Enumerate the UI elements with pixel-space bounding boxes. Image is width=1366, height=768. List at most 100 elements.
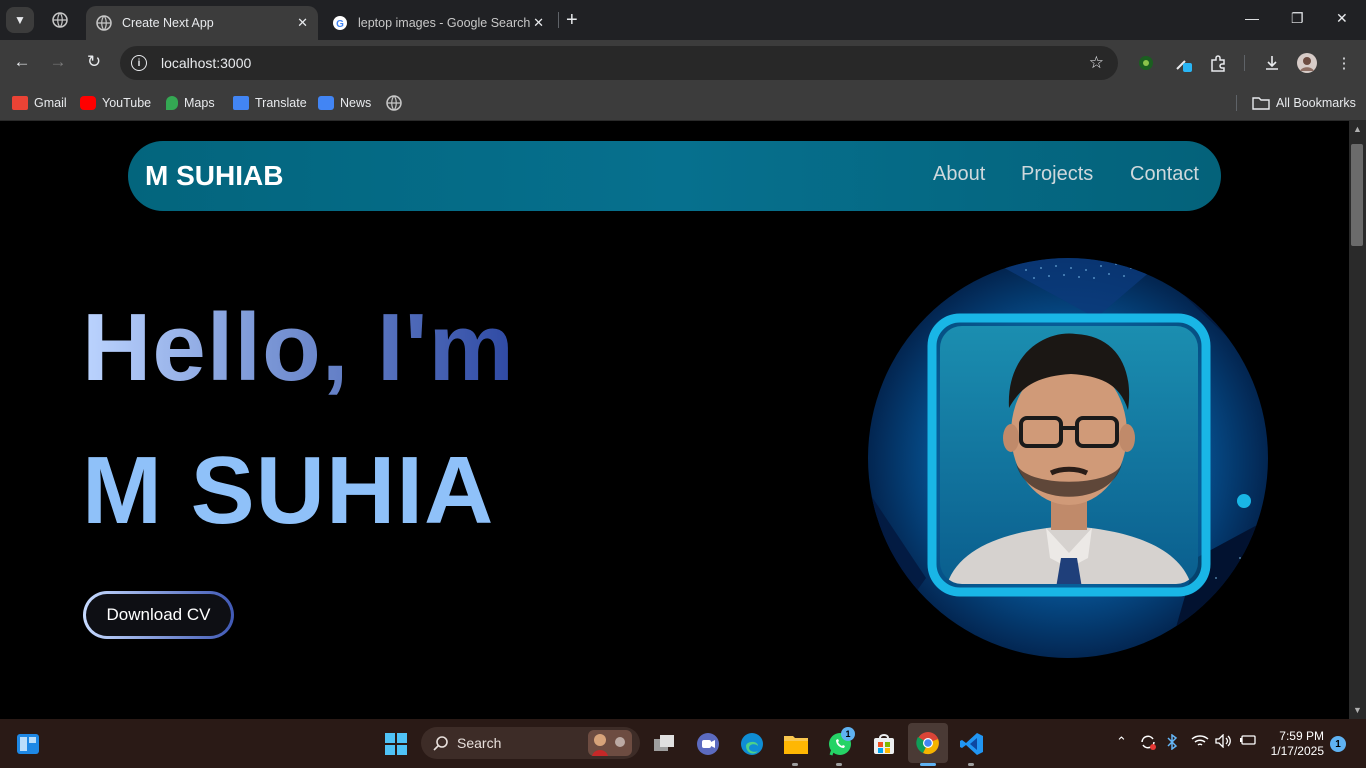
scroll-down-icon[interactable]: ▼ <box>1353 705 1362 715</box>
extensions-puzzle-icon[interactable] <box>1208 53 1228 73</box>
toolbar-divider <box>1244 55 1245 71</box>
globe-icon <box>52 12 68 28</box>
file-explorer-icon[interactable] <box>780 728 812 760</box>
whatsapp-badge: 1 <box>841 727 855 741</box>
bluetooth-icon[interactable] <box>1166 733 1178 753</box>
news-icon <box>318 96 334 110</box>
close-icon[interactable]: ✕ <box>297 15 308 31</box>
tab-title: Create Next App <box>122 16 214 30</box>
active-indicator <box>920 763 936 766</box>
hero-greeting: Hello, I'm <box>82 294 515 401</box>
page-viewport: M SUHIAB About Projects Contact Hello, I… <box>0 121 1349 719</box>
pinned-tab[interactable] <box>46 7 74 33</box>
close-icon[interactable]: ✕ <box>533 15 544 31</box>
gmail-icon <box>12 96 28 110</box>
show-hidden-icons[interactable]: ⌃ <box>1116 734 1127 750</box>
download-cv-button[interactable]: Download CV <box>83 591 234 639</box>
bookmark-label: Translate <box>255 96 307 110</box>
site-navbar: M SUHIAB About Projects Contact <box>128 141 1221 211</box>
system-clock[interactable]: 7:59 PM 1/17/2025 <box>1266 729 1324 759</box>
bookmark-star-icon[interactable]: ☆ <box>1089 53 1104 73</box>
download-icon[interactable] <box>1262 53 1282 73</box>
close-window-icon[interactable]: ✕ <box>1336 10 1348 27</box>
youtube-icon <box>80 96 96 110</box>
notification-badge[interactable]: 1 <box>1330 736 1346 752</box>
hero-name: M SUHIA <box>82 437 495 544</box>
back-icon[interactable]: ← <box>11 52 33 72</box>
tab-divider <box>558 12 559 28</box>
globe-icon <box>386 95 402 111</box>
search-placeholder: Search <box>457 735 502 751</box>
windows-taskbar: Search 1 ⌃ 7:59 PM 1/17/2025 1 <box>0 719 1366 768</box>
reload-icon[interactable]: ↻ <box>83 52 105 72</box>
address-bar[interactable]: i localhost:3000 ☆ <box>120 46 1118 80</box>
widgets-icon[interactable] <box>12 728 44 760</box>
bookmark-label: Gmail <box>34 96 67 110</box>
extension-icon[interactable] <box>1136 53 1156 73</box>
folder-icon <box>1252 97 1270 110</box>
forward-icon[interactable]: → <box>47 52 69 72</box>
profile-avatar[interactable] <box>1297 53 1317 73</box>
url-text[interactable]: localhost:3000 <box>161 55 251 71</box>
chrome-icon <box>916 732 939 755</box>
search-highlight-icon <box>588 730 632 756</box>
tab-strip: ▼ Create Next App ✕ G leptop images - Go… <box>0 0 1366 40</box>
eyedropper-extension-icon[interactable] <box>1173 53 1193 73</box>
bookmark-news[interactable]: News <box>318 93 371 113</box>
clock-time: 7:59 PM <box>1279 729 1324 743</box>
maps-icon <box>166 96 178 110</box>
browser-chrome: ▼ Create Next App ✕ G leptop images - Go… <box>0 0 1366 121</box>
tab-title: leptop images - Google Search <box>358 16 531 30</box>
search-icon <box>433 736 448 751</box>
battery-icon[interactable] <box>1239 734 1257 749</box>
bookmark-translate[interactable]: Translate <box>233 93 307 113</box>
edge-icon[interactable] <box>736 728 768 760</box>
site-info-icon[interactable]: i <box>131 55 147 71</box>
more-menu-icon[interactable]: ⋮ <box>1334 53 1354 73</box>
browser-toolbar: ← → ↻ i localhost:3000 ☆ ⋮ <box>0 40 1366 86</box>
store-icon[interactable] <box>868 728 900 760</box>
bookmark-label: News <box>340 96 372 110</box>
chrome-taskbar-button[interactable] <box>908 723 948 763</box>
scroll-up-icon[interactable]: ▲ <box>1353 124 1362 134</box>
nav-contact[interactable]: Contact <box>1130 163 1199 186</box>
chevron-down-icon: ▼ <box>14 13 26 27</box>
globe-icon <box>96 15 112 31</box>
scrollbar-thumb[interactable] <box>1351 144 1363 246</box>
clock-date: 1/17/2025 <box>1270 744 1324 758</box>
profile-portrait <box>868 258 1268 658</box>
translate-icon <box>233 96 249 110</box>
tab-google-search[interactable]: G leptop images - Google Search ✕ <box>322 6 554 40</box>
wifi-icon[interactable] <box>1191 734 1209 751</box>
google-icon: G <box>332 15 348 31</box>
running-indicator <box>836 763 842 766</box>
bookmarks-bar: Gmail YouTube Maps Translate News All Bo… <box>0 86 1366 121</box>
bookmark-maps[interactable]: Maps <box>166 93 215 113</box>
volume-icon[interactable] <box>1215 733 1233 751</box>
bookmark-label: YouTube <box>102 96 152 110</box>
bookmarks-divider <box>1236 95 1237 111</box>
download-cv-label: Download CV <box>86 594 231 636</box>
bookmark-gmail[interactable]: Gmail <box>12 93 67 113</box>
site-brand[interactable]: M SUHIAB <box>145 160 283 192</box>
running-indicator <box>968 763 974 766</box>
bookmark-youtube[interactable]: YouTube <box>80 93 151 113</box>
bookmark-globe[interactable] <box>386 93 402 113</box>
sync-icon[interactable] <box>1139 734 1157 753</box>
all-bookmarks[interactable]: All Bookmarks <box>1252 93 1356 113</box>
tab-search-button[interactable]: ▼ <box>6 7 34 33</box>
bookmark-label: Maps <box>184 96 215 110</box>
running-indicator <box>792 763 798 766</box>
task-view-icon[interactable] <box>648 728 680 760</box>
minimize-icon[interactable]: — <box>1245 10 1259 26</box>
svg-text:G: G <box>336 19 344 30</box>
meet-icon[interactable] <box>692 728 724 760</box>
taskbar-search[interactable]: Search <box>421 727 640 759</box>
restore-icon[interactable]: ❐ <box>1291 10 1304 27</box>
nav-projects[interactable]: Projects <box>1021 163 1093 186</box>
start-icon[interactable] <box>380 728 412 760</box>
nav-about[interactable]: About <box>933 163 985 186</box>
vscode-icon[interactable] <box>956 728 988 760</box>
tab-create-next-app[interactable]: Create Next App ✕ <box>86 6 318 40</box>
new-tab-button[interactable]: + <box>566 9 578 32</box>
